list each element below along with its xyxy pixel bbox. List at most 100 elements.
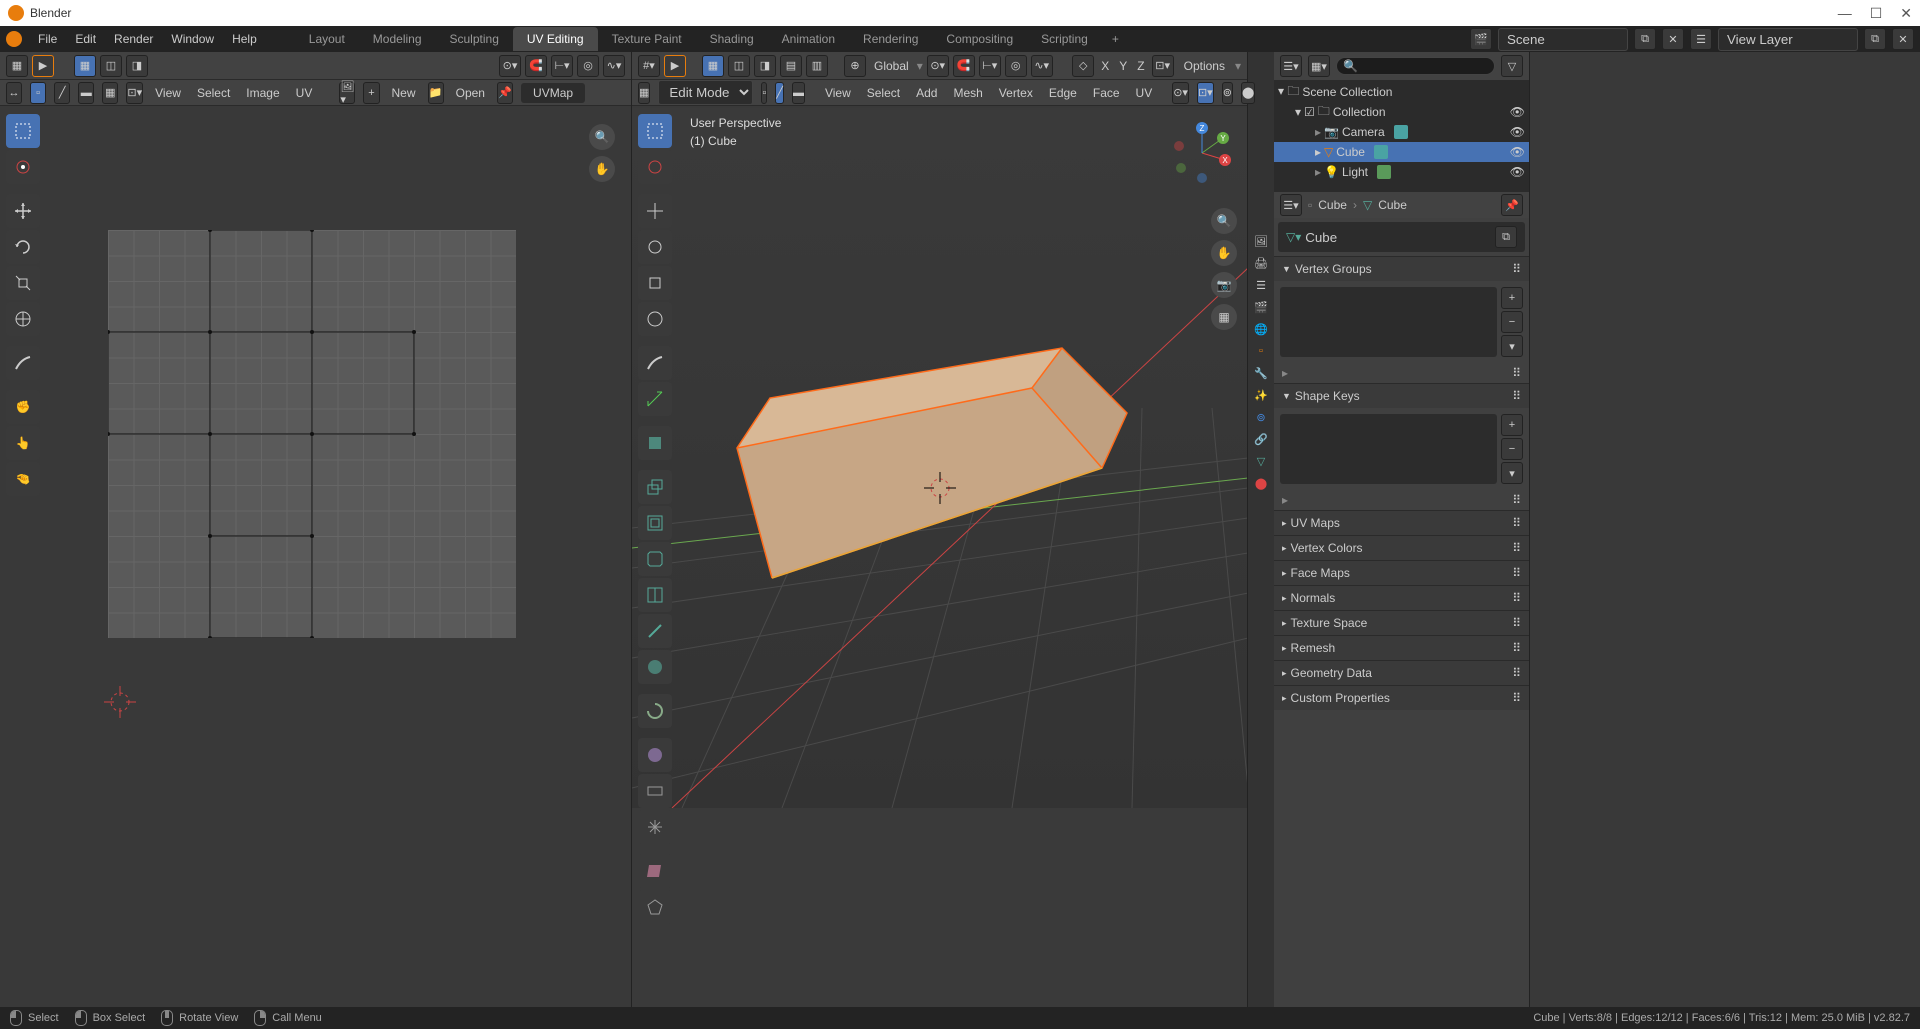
vp-tool-polybuild[interactable] (638, 650, 672, 684)
axis-y[interactable]: Y (1116, 59, 1130, 73)
options-button[interactable]: Options (1178, 59, 1231, 73)
tab-add-button[interactable]: + (1102, 27, 1129, 51)
overlay-toggle-icon[interactable]: ⊡▾ (1197, 82, 1214, 104)
vp-tool-transform[interactable] (638, 302, 672, 336)
pin-icon[interactable]: 📌 (497, 82, 513, 104)
pivot-3d-icon[interactable]: ⊙▾ (927, 55, 949, 77)
add-vgroup-button[interactable]: + (1501, 287, 1523, 309)
panel-options-icon[interactable]: ⠿ (1512, 641, 1521, 655)
mesh-display-icon[interactable]: ⊙▾ (1172, 82, 1189, 104)
scene-new-button[interactable]: ⧉ (1634, 28, 1656, 50)
outliner-search[interactable]: 🔍 (1336, 57, 1495, 75)
snap-3d-type-icon[interactable]: ⊢▾ (979, 55, 1001, 77)
tool-select-box[interactable] (6, 114, 40, 148)
uv-sticky2-icon[interactable]: ◨ (126, 55, 148, 77)
menu-render[interactable]: Render (106, 28, 161, 50)
vp-menu-view[interactable]: View (821, 86, 855, 100)
sel-face-icon[interactable]: ▬ (792, 82, 805, 104)
tree-collection[interactable]: ▾ ☑ 🗀 Collection 👁 (1274, 102, 1529, 122)
viewlayer-delete-button[interactable]: ✕ (1892, 28, 1914, 50)
uv-menu-image[interactable]: Image (242, 86, 283, 100)
uv-map-name[interactable]: UVMap (521, 83, 585, 103)
axis-x[interactable]: X (1098, 59, 1112, 73)
vp-camera-icon[interactable]: 📷 (1211, 272, 1237, 298)
tab-animation[interactable]: Animation (768, 27, 849, 51)
extra-constraint-icon[interactable]: 🔗 (1252, 430, 1270, 448)
panel-header-texture-space[interactable]: ▸Texture Space⠿ (1274, 611, 1529, 635)
shading-select-icon[interactable]: ▦ (702, 55, 724, 77)
panel-options-icon[interactable]: ⠿ (1512, 389, 1521, 403)
gizmo-vis-icon[interactable]: ◇ (1072, 55, 1094, 77)
uv-sync-selection-icon[interactable]: ▦ (74, 55, 96, 77)
vp-tool-extrude[interactable] (638, 470, 672, 504)
vp-tool-loopcut[interactable] (638, 578, 672, 612)
panel-options-icon[interactable]: ⠿ (1512, 666, 1521, 680)
image-new-button[interactable]: New (388, 86, 420, 100)
object-name-input[interactable] (1305, 230, 1491, 245)
viewport-mode-play-icon[interactable]: ▶ (664, 55, 686, 77)
eye-icon[interactable]: 👁 (1510, 125, 1525, 139)
tree-item-cube[interactable]: ▸ ▽ Cube 👁 (1274, 142, 1529, 162)
remove-vgroup-button[interactable]: − (1501, 311, 1523, 333)
vp-tool-shrink[interactable] (638, 810, 672, 844)
image-open-folder-icon[interactable]: 📁 (428, 82, 444, 104)
vgroup-menu-icon[interactable]: ▾ (1501, 335, 1523, 357)
panel-header-vertex-colors[interactable]: ▸Vertex Colors⠿ (1274, 536, 1529, 560)
image-open-button[interactable]: Open (452, 86, 489, 100)
menu-edit[interactable]: Edit (67, 28, 104, 50)
pin-props-icon[interactable]: 📌 (1501, 194, 1523, 216)
viewport-canvas[interactable]: User Perspective (1) Cube (632, 108, 1247, 1007)
vp-tool-bevel[interactable] (638, 542, 672, 576)
panel-options-icon[interactable]: ⠿ (1512, 516, 1521, 530)
window-maximize-button[interactable]: ☐ (1870, 5, 1883, 22)
eye-icon[interactable]: 👁 (1510, 105, 1525, 119)
misc-header2-icon[interactable]: ◨ (754, 55, 776, 77)
vp-menu-add[interactable]: Add (912, 86, 941, 100)
vp-tool-scale[interactable] (638, 266, 672, 300)
panel-header-shape-keys[interactable]: ▼Shape Keys⠿ (1274, 384, 1529, 408)
image-new-plus-icon[interactable]: + (363, 82, 379, 104)
falloff-icon[interactable]: ∿▾ (603, 55, 625, 77)
vp-menu-face[interactable]: Face (1089, 86, 1124, 100)
tool-relax[interactable]: 👆 (6, 426, 40, 460)
eye-icon[interactable]: 👁 (1510, 145, 1525, 159)
tool-transform[interactable] (6, 302, 40, 336)
tab-layout[interactable]: Layout (295, 27, 359, 51)
vp-menu-uv[interactable]: UV (1132, 86, 1157, 100)
uv-sticky-icon[interactable]: ◫ (100, 55, 122, 77)
uv-sel-edge-icon[interactable]: ╱ (54, 82, 70, 104)
vp-tool-smooth[interactable] (638, 738, 672, 772)
tab-shading[interactable]: Shading (696, 27, 768, 51)
vp-tool-move[interactable] (638, 194, 672, 228)
shading-solid-icon[interactable]: ⬤ (1241, 82, 1255, 104)
view-layer-input[interactable] (1718, 28, 1858, 51)
image-browse-icon[interactable]: 🖼▾ (339, 82, 355, 104)
more-icon[interactable]: ⠿ (1512, 366, 1521, 380)
vp-tool-rip[interactable] (638, 890, 672, 924)
editor-type-icon[interactable]: ▦ (6, 55, 28, 77)
eye-icon[interactable]: 👁 (1510, 165, 1525, 179)
tree-scene-collection[interactable]: ▾ 🗀 Scene Collection (1274, 82, 1529, 102)
menu-file[interactable]: File (30, 28, 65, 50)
misc-header1-icon[interactable]: ◫ (728, 55, 750, 77)
panel-options-icon[interactable]: ⠿ (1512, 566, 1521, 580)
vp-tool-knife[interactable] (638, 614, 672, 648)
scene-browse-icon[interactable]: 🎬 (1470, 28, 1492, 50)
menu-help[interactable]: Help (224, 28, 265, 50)
mode-icon[interactable]: ▦ (638, 82, 650, 104)
window-close-button[interactable]: ✕ (1900, 5, 1912, 22)
add-shapekey-button[interactable]: + (1501, 414, 1523, 436)
vp-tool-select[interactable] (638, 114, 672, 148)
pan-icon[interactable]: ✋ (589, 156, 615, 182)
uv-menu-uv[interactable]: UV (292, 86, 317, 100)
overlays-icon[interactable]: ⊡▾ (1152, 55, 1174, 77)
mesh-data-icon[interactable] (1374, 145, 1388, 159)
vp-tool-rotate[interactable] (638, 230, 672, 264)
tab-rendering[interactable]: Rendering (849, 27, 932, 51)
mode-select[interactable]: Edit Mode (658, 80, 753, 105)
remove-shapekey-button[interactable]: − (1501, 438, 1523, 460)
uv-sync-icon[interactable]: ↔ (6, 82, 22, 104)
outliner-display-icon[interactable]: ▦▾ (1308, 55, 1330, 77)
viewlayer-new-button[interactable]: ⧉ (1864, 28, 1886, 50)
extra-scene-icon[interactable]: 🎬 (1252, 298, 1270, 316)
